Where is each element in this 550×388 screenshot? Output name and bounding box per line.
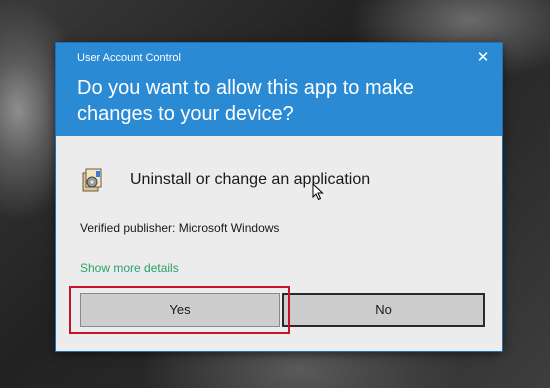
control-panel-programs-icon: [82, 168, 102, 192]
app-name: Uninstall or change an application: [130, 171, 371, 188]
close-icon: ✕: [476, 49, 490, 66]
app-info-row: Uninstall or change an application: [80, 165, 370, 195]
show-more-details-link[interactable]: Show more details: [80, 261, 179, 275]
verified-publisher: Verified publisher: Microsoft Windows: [80, 221, 280, 235]
dialog-header: User Account Control ✕ Do you want to al…: [56, 43, 502, 136]
dialog-question: Do you want to allow this app to make ch…: [77, 77, 414, 125]
mouse-cursor-icon: [312, 183, 324, 201]
uac-dialog: User Account Control ✕ Do you want to al…: [56, 43, 502, 351]
dialog-title: User Account Control: [77, 52, 181, 64]
no-button[interactable]: No: [282, 293, 485, 327]
close-button[interactable]: ✕: [472, 47, 494, 69]
yes-button[interactable]: Yes: [80, 293, 280, 327]
